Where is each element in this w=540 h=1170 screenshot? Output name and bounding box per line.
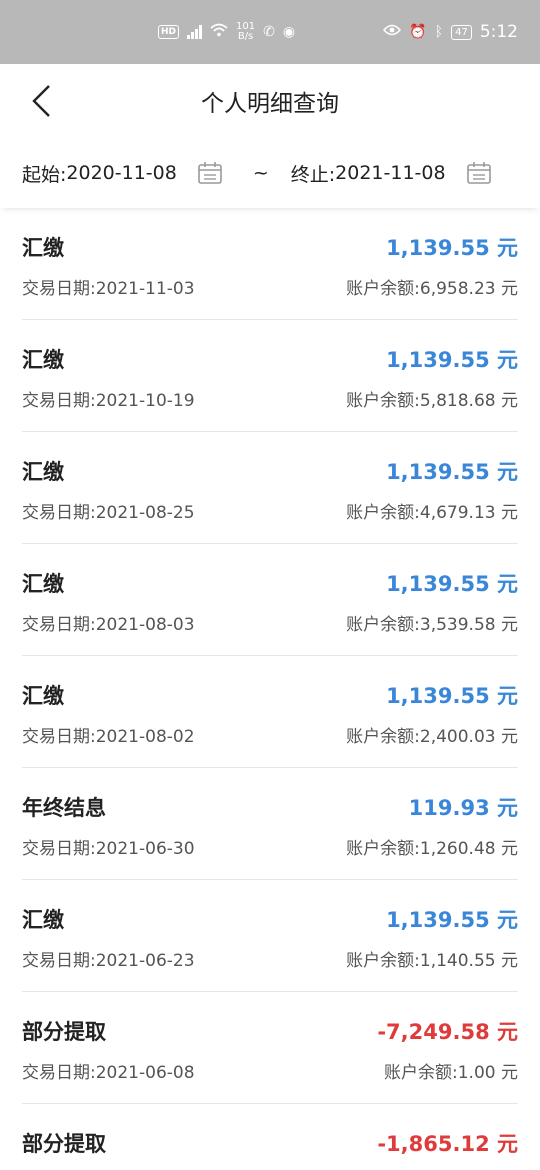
- transaction-type: 汇缴: [22, 572, 64, 596]
- back-button[interactable]: [26, 84, 56, 118]
- transaction-type: 汇缴: [22, 236, 64, 260]
- account-balance: 账户余额:2,400.03 元: [346, 727, 518, 747]
- hd-badge: HD: [158, 25, 180, 39]
- status-left: HD 101 B/s ✆ ◉: [158, 22, 295, 42]
- status-bar: HD 101 B/s ✆ ◉ ⏰ ᛒ 47 5:12: [0, 0, 540, 64]
- chevron-left-icon: [32, 85, 50, 117]
- account-balance: 账户余额:5,818.68 元: [346, 391, 518, 411]
- voice-icon: ◉: [282, 24, 296, 40]
- calendar-icon[interactable]: [197, 160, 225, 186]
- transaction-row[interactable]: 汇缴 1,139.55 元 交易日期:2021-11-03 账户余额:6,958…: [22, 208, 518, 320]
- transaction-amount: 119.93 元: [408, 796, 518, 820]
- transaction-date: 交易日期:2021-08-25: [22, 503, 195, 523]
- transaction-date: 交易日期:2021-06-23: [22, 951, 195, 971]
- account-balance: 账户余额:6,958.23 元: [346, 279, 518, 299]
- transaction-amount: 1,139.55 元: [386, 460, 518, 484]
- missed-call-icon: ✆: [263, 24, 275, 40]
- transaction-row[interactable]: 部分提取 -7,249.58 元 交易日期:2021-06-08 账户余额:1.…: [22, 992, 518, 1104]
- clock: 5:12: [479, 22, 518, 42]
- transaction-amount: 1,139.55 元: [386, 572, 518, 596]
- calendar-icon[interactable]: [466, 160, 494, 186]
- transaction-row[interactable]: 年终结息 119.93 元 交易日期:2021-06-30 账户余额:1,260…: [22, 768, 518, 880]
- network-speed: 101 B/s: [236, 21, 256, 42]
- battery-icon: 47: [451, 24, 472, 40]
- transaction-type: 汇缴: [22, 684, 64, 708]
- transaction-row[interactable]: 汇缴 1,139.55 元 交易日期:2021-10-19 账户余额:5,818…: [22, 320, 518, 432]
- alarm-icon: ⏰: [409, 24, 427, 40]
- transaction-date: 交易日期:2021-08-03: [22, 615, 195, 635]
- transaction-type: 年终结息: [22, 796, 106, 820]
- transaction-amount: 1,139.55 元: [386, 684, 518, 708]
- transaction-type: 汇缴: [22, 908, 64, 932]
- account-balance: 账户余额:3,539.58 元: [346, 615, 518, 635]
- transaction-row[interactable]: 汇缴 1,139.55 元 交易日期:2021-08-02 账户余额:2,400…: [22, 656, 518, 768]
- transaction-row[interactable]: 汇缴 1,139.55 元 交易日期:2021-06-23 账户余额:1,140…: [22, 880, 518, 992]
- account-balance: 账户余额:1.00 元: [384, 1063, 518, 1083]
- status-right: ⏰ ᛒ 47 5:12: [383, 22, 518, 42]
- range-separator: ~: [252, 162, 269, 184]
- start-date-value[interactable]: 2020-11-08: [66, 162, 176, 184]
- account-balance: 账户余额:4,679.13 元: [346, 503, 518, 523]
- transaction-type: 部分提取: [22, 1132, 106, 1156]
- transaction-date: 交易日期:2021-11-03: [22, 279, 195, 299]
- transaction-list: 汇缴 1,139.55 元 交易日期:2021-11-03 账户余额:6,958…: [0, 208, 540, 1170]
- end-label: 终止:: [290, 163, 336, 186]
- bluetooth-icon: ᛒ: [434, 24, 444, 40]
- account-balance: 账户余额:1,140.55 元: [346, 951, 518, 971]
- transaction-date: 交易日期:2021-06-30: [22, 839, 195, 859]
- date-range-filter: 起始: 2020-11-08 ~ 终止: 2021-11-08: [0, 138, 540, 208]
- end-date-value[interactable]: 2021-11-08: [335, 162, 445, 184]
- transaction-amount: 1,139.55 元: [386, 908, 518, 932]
- wifi-icon: [210, 23, 228, 41]
- transaction-amount: -7,249.58 元: [377, 1020, 518, 1044]
- signal-icon: [187, 25, 203, 39]
- start-label: 起始:: [22, 163, 67, 186]
- transaction-date: 交易日期:2021-10-19: [22, 391, 195, 411]
- transaction-amount: 1,139.55 元: [386, 348, 518, 372]
- transaction-row[interactable]: 汇缴 1,139.55 元 交易日期:2021-08-25 账户余额:4,679…: [22, 432, 518, 544]
- transaction-row[interactable]: 汇缴 1,139.55 元 交易日期:2021-08-03 账户余额:3,539…: [22, 544, 518, 656]
- transaction-type: 汇缴: [22, 348, 64, 372]
- transaction-type: 部分提取: [22, 1020, 106, 1044]
- transaction-type: 汇缴: [22, 460, 64, 484]
- transaction-date: 交易日期:2021-06-08: [22, 1063, 195, 1083]
- eye-icon: [383, 24, 402, 40]
- account-balance: 账户余额:1,260.48 元: [346, 839, 518, 859]
- transaction-amount: -1,865.12 元: [377, 1132, 518, 1156]
- transaction-date: 交易日期:2021-08-02: [22, 727, 195, 747]
- page-title: 个人明细查询: [201, 91, 339, 117]
- transaction-amount: 1,139.55 元: [386, 236, 518, 260]
- transaction-row[interactable]: 部分提取 -1,865.12 元: [22, 1104, 518, 1170]
- nav-bar: 个人明细查询: [0, 64, 540, 138]
